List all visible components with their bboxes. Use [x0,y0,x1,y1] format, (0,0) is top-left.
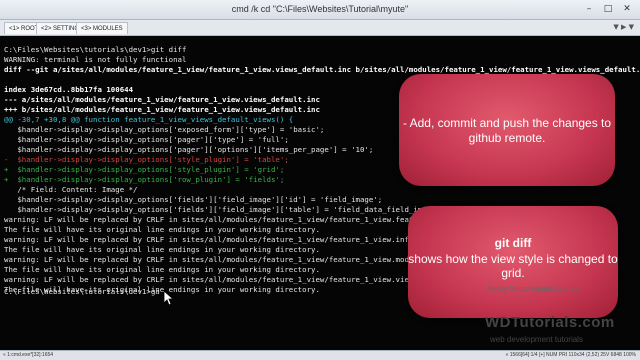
terminal-line: warning: LF will be replaced by CRLF in … [4,235,418,244]
new-tab-icon[interactable]: ▼ ▶ ▼ [613,23,634,31]
terminal-line: $handler->display->display_options['page… [4,135,289,144]
maximize-icon[interactable]: □ [599,2,617,16]
terminal-line: $handler->display->display_options['fiel… [4,195,383,204]
terminal-line: --- a/sites/all/modules/feature_1_view/f… [4,95,320,104]
window-title: cmd /k cd "C:\Files\Websites\Tutorial\my… [231,4,409,14]
status-right: « 1566[64]:1/4 [+] NUM PRI 110x34 (2,52)… [505,352,636,358]
console-tab-bar: <1> ROOT <2> SETTINGS <3> MODULES ▼ ▶ ▼ [0,20,640,36]
terminal-line: index 3de67cd..8bb17fa 100644 [4,85,134,94]
window-titlebar: cmd /k cd "C:\Files\Websites\Tutorial\my… [0,0,640,20]
terminal-line: The file will have its original line end… [4,245,320,254]
terminal-line: @@ -30,7 +30,8 @@ function feature_1_vie… [4,115,294,124]
mouse-pointer-icon [163,290,173,306]
terminal-line: $handler->display->display_options['expo… [4,125,325,134]
watermark-subtitle: web development tutorials [490,335,583,344]
callout-title: git diff [494,236,532,250]
terminal-line: The file will have its original line end… [4,265,320,274]
terminal-line: WARNING: terminal is not fully functiona… [4,55,187,64]
callout-text: shows how the view style is changed to g… [408,252,618,280]
terminal-line: C:\Files\Websites\tutorials\dev1>git dif… [4,45,187,54]
terminal-line: $handler->display->display_options['page… [4,145,374,154]
terminal-line: /* Field: Content: Image */ [4,185,138,194]
callout-git-diff: git diff shows how the view style is cha… [408,206,618,318]
terminal-line: $handler->display->display_options['fiel… [4,205,445,214]
terminal-line: +++ b/sites/all/modules/feature_1_view/f… [4,105,320,114]
terminal-line: + $handler->display->display_options['st… [4,165,285,174]
watermark-tagline: Mostly Drupal related tutorials [487,286,580,293]
terminal-line: - $handler->display->display_options['st… [4,155,289,164]
terminal-line: warning: LF will be replaced by CRLF in … [4,255,427,264]
terminal-line: The file will have its original line end… [4,225,320,234]
tab-modules[interactable]: <3> MODULES [76,22,128,34]
close-icon[interactable]: ✕ [618,2,636,16]
terminal-line: C:\Files\Websites\tutorials\dev1>ga [4,287,160,296]
callout-add-commit-push: - Add, commit and push the changes to gi… [399,74,615,186]
terminal-line: + $handler->display->display_options['ro… [4,175,285,184]
minimize-icon[interactable]: – [580,2,598,16]
terminal-line: warning: LF will be replaced by CRLF in … [4,275,476,284]
watermark-logo: WDTutorials.com [485,314,615,331]
status-bar: « 1:cmd.exe*[32]:1654 « 1566[64]:1/4 [+]… [0,350,640,360]
callout-text: - Add, commit and push the changes to gi… [402,116,612,145]
status-left: « 1:cmd.exe*[32]:1654 [3,352,54,358]
